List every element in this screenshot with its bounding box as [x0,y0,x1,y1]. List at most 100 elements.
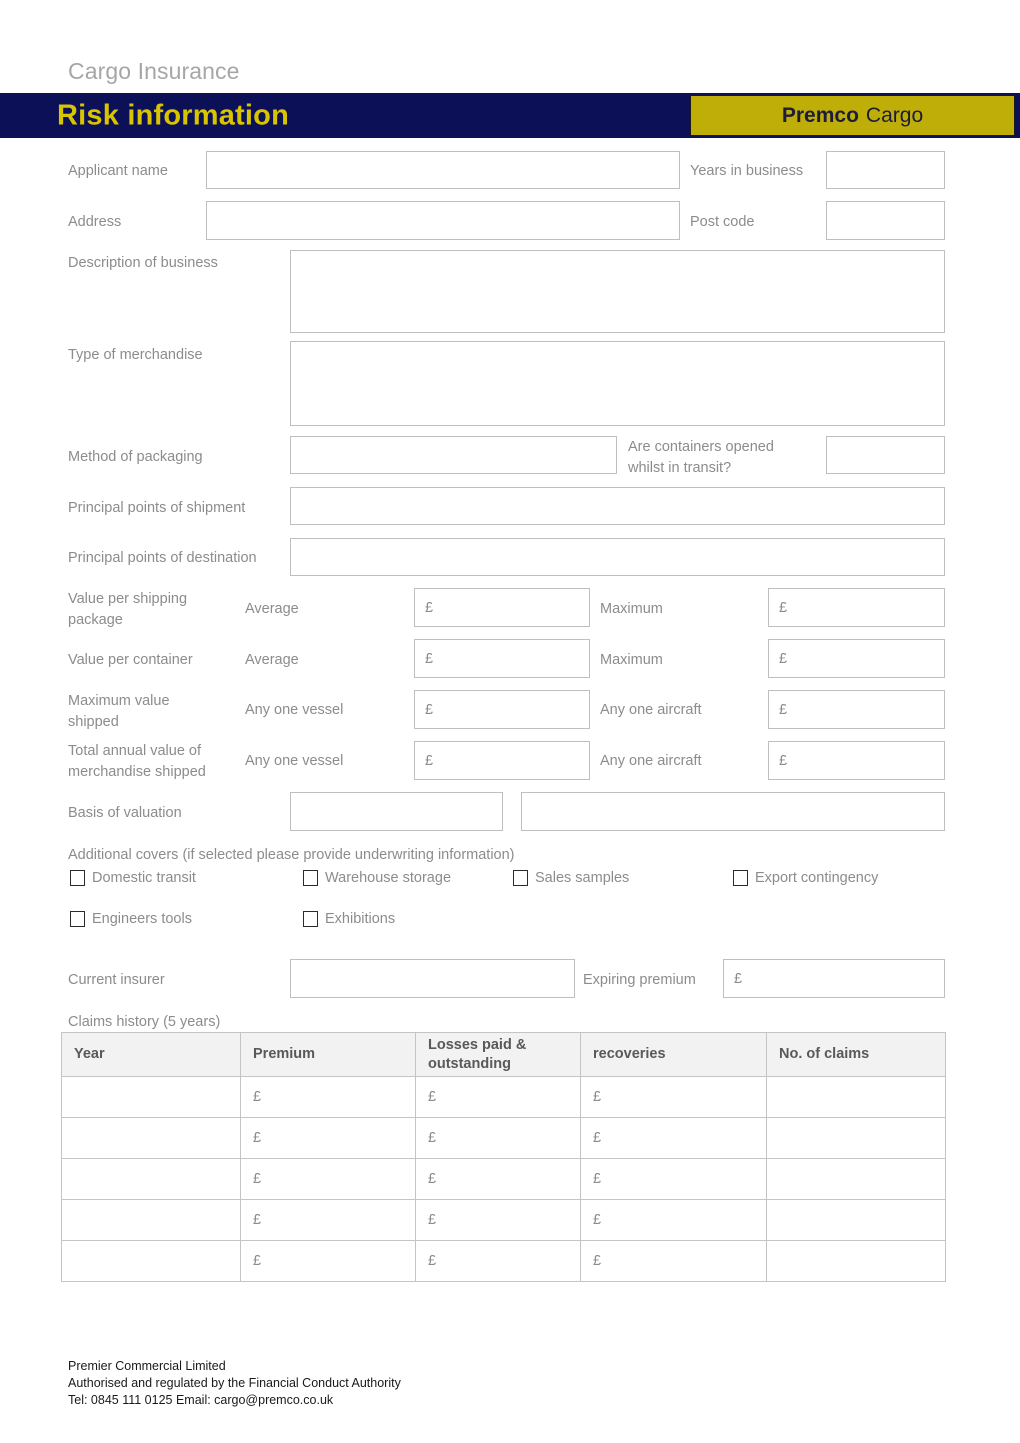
cell-no-of-claims[interactable] [766,1076,946,1118]
label-applicant-name: Applicant name [68,163,168,179]
checkbox-icon[interactable] [70,870,85,886]
cell-recoveries[interactable]: £ [580,1240,767,1282]
checkbox-warehouse-storage[interactable]: Warehouse storage [303,870,451,886]
cell-year[interactable] [61,1240,241,1282]
cell-losses-paid[interactable]: £ [415,1158,581,1200]
label-post-code: Post code [690,214,755,230]
checkbox-label: Sales samples [535,870,630,886]
cell-losses-paid[interactable]: £ [415,1117,581,1159]
cell-year[interactable] [61,1199,241,1241]
label-method-of-packaging: Method of packaging [68,449,203,465]
checkbox-label: Warehouse storage [325,870,452,886]
principal-points-of-shipment-input[interactable] [290,487,945,525]
cell-premium[interactable]: £ [240,1076,416,1118]
value-per-container-average-input[interactable] [414,639,590,678]
method-of-packaging-input[interactable] [290,436,617,474]
brand-primary-text: Premco [781,103,859,127]
label-current-insurer: Current insurer [68,972,165,988]
basis-of-valuation-input-primary[interactable] [290,792,503,831]
column-header-year: Year [61,1032,241,1077]
table-row: £ £ £ [61,1117,946,1159]
column-header-recoveries: recoveries [580,1032,767,1077]
cell-premium[interactable]: £ [240,1240,416,1282]
label-years-in-business: Years in business [690,163,804,179]
cell-no-of-claims[interactable] [766,1158,946,1200]
label-principal-points-of-shipment: Principal points of shipment [68,500,246,516]
label-containers-opened: Are containers opened whilst in transit? [628,439,774,476]
title-bar-text: Risk information [57,99,289,131]
cell-recoveries[interactable]: £ [580,1076,767,1118]
label-maximum-container: Maximum [600,652,663,668]
value-per-container-maximum-input[interactable] [768,639,945,678]
claims-history-heading: Claims history (5 years) [68,1014,221,1030]
checkbox-exhibitions[interactable]: Exhibitions [303,911,395,927]
checkbox-sales-samples[interactable]: Sales samples [513,870,629,886]
cell-year[interactable] [61,1117,241,1159]
risk-information-form: Cargo Insurance Risk information Premco … [0,0,1020,1443]
checkbox-icon[interactable] [70,911,85,927]
additional-covers-heading: Additional covers (if selected please pr… [68,847,515,863]
checkbox-icon[interactable] [513,870,528,886]
cell-recoveries[interactable]: £ [580,1117,767,1159]
cell-losses-paid[interactable]: £ [415,1199,581,1241]
label-any-one-vessel-total: Any one vessel [245,753,344,769]
principal-points-of-destination-input[interactable] [290,538,945,576]
cell-recoveries[interactable]: £ [580,1199,767,1241]
value-per-shipping-package-average-input[interactable] [414,588,590,627]
label-maximum-shipping-package: Maximum [600,601,663,617]
containers-opened-input[interactable] [826,436,945,474]
brand-logo: Premco Cargo [690,95,1015,136]
total-annual-value-vessel-input[interactable] [414,741,590,780]
table-row: £ £ £ [61,1076,946,1118]
basis-of-valuation-input-secondary[interactable] [521,792,945,831]
checkbox-domestic-transit[interactable]: Domestic transit [70,870,196,886]
years-in-business-input[interactable] [826,151,945,189]
type-of-merchandise-textarea[interactable] [290,341,945,426]
maximum-value-shipped-aircraft-input[interactable] [768,690,945,729]
cell-no-of-claims[interactable] [766,1199,946,1241]
label-total-annual-value: Total annual value of merchandise shippe… [68,743,206,780]
footer-text: Premier Commercial Limited Authorised an… [68,1359,401,1407]
expiring-premium-input[interactable] [723,959,945,998]
column-header-losses-paid-outstanding: Losses paid & outstanding [415,1032,581,1077]
description-of-business-textarea[interactable] [290,250,945,333]
maximum-value-shipped-vessel-input[interactable] [414,690,590,729]
checkbox-icon[interactable] [733,870,748,886]
cell-losses-paid[interactable]: £ [415,1076,581,1118]
cell-recoveries[interactable]: £ [580,1158,767,1200]
label-average-shipping-package: Average [245,601,299,617]
column-header-no-of-claims: No. of claims [766,1032,946,1077]
checkbox-label: Engineers tools [92,911,192,927]
total-annual-value-aircraft-input[interactable] [768,741,945,780]
cell-no-of-claims[interactable] [766,1240,946,1282]
checkbox-icon[interactable] [303,870,318,886]
label-any-one-aircraft-max: Any one aircraft [600,702,702,718]
cell-premium[interactable]: £ [240,1158,416,1200]
cell-premium[interactable]: £ [240,1199,416,1241]
cell-year[interactable] [61,1158,241,1200]
checkbox-engineers-tools[interactable]: Engineers tools [70,911,192,927]
column-header-premium: Premium [240,1032,416,1077]
cell-premium[interactable]: £ [240,1117,416,1159]
label-principal-points-of-destination: Principal points of destination [68,550,257,566]
cell-losses-paid[interactable]: £ [415,1240,581,1282]
checkbox-export-contingency[interactable]: Export contingency [733,870,878,886]
checkbox-label: Export contingency [755,870,879,886]
label-value-per-container: Value per container [68,652,193,668]
value-per-shipping-package-maximum-input[interactable] [768,588,945,627]
post-code-input[interactable] [826,201,945,240]
label-expiring-premium: Expiring premium [583,972,696,988]
cell-no-of-claims[interactable] [766,1117,946,1159]
checkbox-icon[interactable] [303,911,318,927]
table-header-row: Year Premium Losses paid & outstanding r… [61,1032,946,1077]
current-insurer-input[interactable] [290,959,575,998]
claims-history-table: Year Premium Losses paid & outstanding r… [61,1032,946,1282]
cell-year[interactable] [61,1076,241,1118]
address-input[interactable] [206,201,680,240]
label-any-one-vessel-max: Any one vessel [245,702,344,718]
applicant-name-input[interactable] [206,151,680,189]
table-row: £ £ £ [61,1199,946,1241]
table-row: £ £ £ [61,1240,946,1282]
label-value-per-shipping-package: Value per shipping package [68,591,188,628]
checkbox-label: Domestic transit [92,870,196,886]
